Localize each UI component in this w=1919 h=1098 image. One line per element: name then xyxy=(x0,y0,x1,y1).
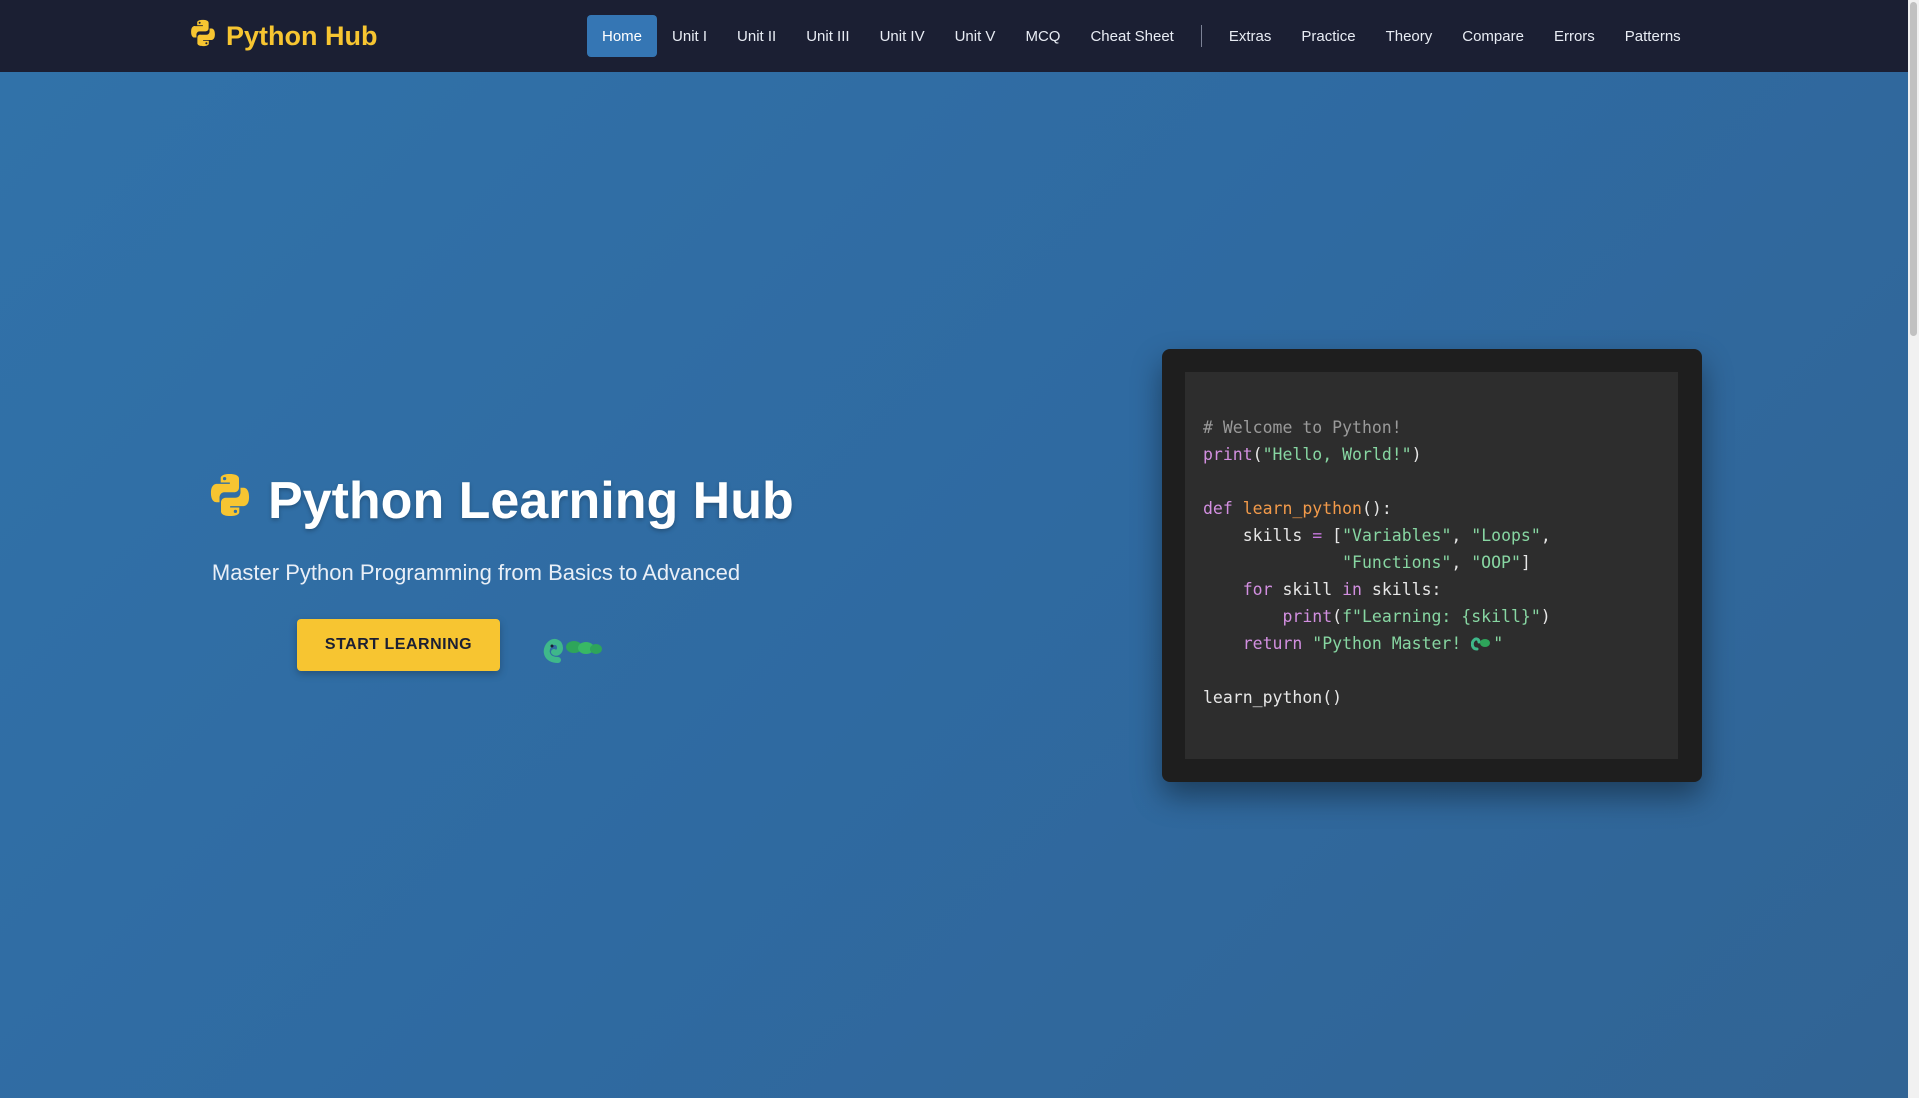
snake-icon xyxy=(538,630,608,666)
nav-item-patterns[interactable]: Patterns xyxy=(1610,15,1696,57)
code-string: "Hello, World!" xyxy=(1262,445,1412,464)
nav-item-unit-ii[interactable]: Unit II xyxy=(722,15,791,57)
brand-logo[interactable]: Python Hub xyxy=(188,18,377,54)
nav-item-unit-v[interactable]: Unit V xyxy=(940,15,1011,57)
code-string: "Loops" xyxy=(1471,526,1541,545)
nav-item-theory[interactable]: Theory xyxy=(1371,15,1448,57)
nav-item-errors[interactable]: Errors xyxy=(1539,15,1610,57)
hero-subtitle: Master Python Programming from Basics to… xyxy=(211,560,741,585)
python-logo-icon xyxy=(188,18,218,55)
code-var: skills xyxy=(1371,580,1432,599)
nav-divider xyxy=(1200,25,1202,47)
nav-item-extras[interactable]: Extras xyxy=(1214,15,1287,57)
nav-item-unit-i[interactable]: Unit I xyxy=(657,15,722,57)
top-navbar: Python Hub Home Unit I Unit II Unit III … xyxy=(0,0,1908,72)
brand-name: Python Hub xyxy=(226,20,378,51)
code-block: # Welcome to Python! print("Hello, World… xyxy=(1185,372,1678,759)
scrollbar-thumb[interactable] xyxy=(1910,2,1917,336)
code-comment: # Welcome to Python! xyxy=(1203,418,1402,437)
code-keyword-in: in xyxy=(1342,580,1362,599)
code-var: skill xyxy=(1282,580,1333,599)
nav-item-unit-iii[interactable]: Unit III xyxy=(791,15,864,57)
code-string: "Functions" xyxy=(1342,553,1452,572)
code-window: # Welcome to Python! print("Hello, World… xyxy=(1162,349,1702,782)
hero-title: Python Learning Hub xyxy=(206,470,794,532)
code-fstring: f"Learning: {skill}" xyxy=(1342,607,1541,626)
nav-item-cheat-sheet[interactable]: Cheat Sheet xyxy=(1075,15,1188,57)
code-snippet: # Welcome to Python! print("Hello, World… xyxy=(1203,418,1551,707)
code-print: print xyxy=(1203,445,1253,464)
snake-icon xyxy=(1471,634,1493,653)
code-print: print xyxy=(1282,607,1333,626)
code-keyword-def: def xyxy=(1203,499,1233,518)
nav-links: Home Unit I Unit II Unit III Unit IV Uni… xyxy=(587,15,1696,57)
code-string: "Python Master! xyxy=(1312,634,1472,653)
nav-item-mcq[interactable]: MCQ xyxy=(1010,15,1075,57)
nav-item-home[interactable]: Home xyxy=(587,15,658,57)
nav-item-compare[interactable]: Compare xyxy=(1447,15,1539,57)
code-func-name: learn_python xyxy=(1242,499,1362,518)
code-call: learn_python() xyxy=(1203,688,1343,707)
nav-item-unit-iv[interactable]: Unit IV xyxy=(865,15,940,57)
page-scrollbar[interactable] xyxy=(1908,0,1919,1098)
code-keyword-return: return xyxy=(1242,634,1303,653)
hero-title-text: Python Learning Hub xyxy=(268,472,794,530)
code-string: "Variables" xyxy=(1342,526,1452,545)
code-string: "OOP" xyxy=(1471,553,1521,572)
start-learning-button[interactable]: START LEARNING xyxy=(297,619,500,671)
nav-item-practice[interactable]: Practice xyxy=(1286,15,1370,57)
code-var: skills xyxy=(1242,526,1303,545)
code-keyword-for: for xyxy=(1242,580,1273,599)
python-logo-icon xyxy=(206,471,254,532)
